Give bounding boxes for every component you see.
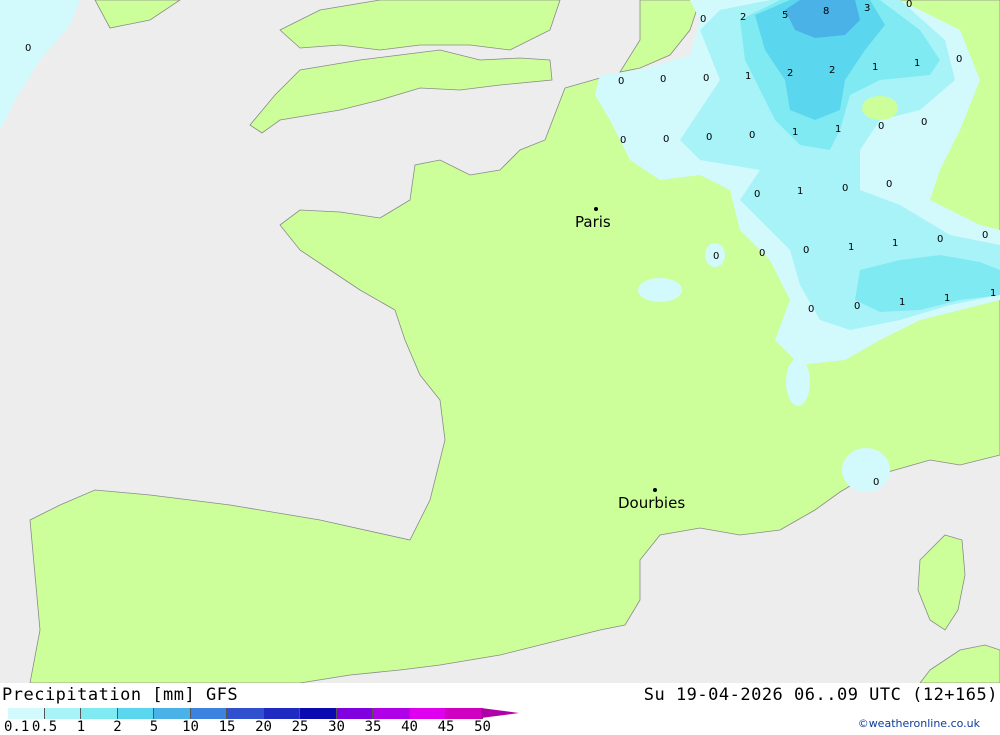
precip-value: 0 bbox=[620, 135, 627, 146]
city-dot-paris bbox=[594, 207, 598, 211]
precip-value: 0 bbox=[660, 74, 667, 85]
scale-swatch bbox=[227, 708, 264, 719]
scale-swatch bbox=[190, 708, 227, 719]
precip-value: 0 bbox=[873, 477, 880, 488]
scale-swatch bbox=[373, 708, 410, 719]
scale-swatch bbox=[154, 708, 191, 719]
precip-value: 1 bbox=[848, 242, 855, 253]
land-gap-east bbox=[862, 96, 898, 120]
precip-value: 0 bbox=[982, 230, 989, 241]
scale-swatch bbox=[300, 708, 337, 719]
city-label-paris: Paris bbox=[575, 213, 611, 231]
forecast-time: Su 19-04-2026 06..09 UTC (12+165) bbox=[643, 685, 998, 705]
precip-value: 0 bbox=[803, 245, 810, 256]
precip-value: 0 bbox=[618, 76, 625, 87]
scale-swatch bbox=[409, 708, 446, 719]
precip-value: 0 bbox=[854, 301, 861, 312]
precip-value: 0 bbox=[886, 179, 893, 190]
precip-value: 0 bbox=[754, 189, 761, 200]
legend-title: Precipitation [mm] GFS bbox=[2, 685, 239, 705]
precip-value: 0 bbox=[749, 130, 756, 141]
precip-value: 8 bbox=[823, 6, 830, 17]
color-scale bbox=[8, 708, 483, 719]
scale-swatch bbox=[446, 708, 483, 719]
city-dot-dourbies bbox=[653, 488, 657, 492]
legend-bar: Precipitation [mm] GFS Su 19-04-2026 06.… bbox=[0, 683, 1000, 735]
precip-value: 1 bbox=[892, 238, 899, 249]
precip-value: 0 bbox=[706, 132, 713, 143]
precipitation-map: Paris Dourbies 0 2 5 8 3 0 0 0 0 0 1 2 2… bbox=[0, 0, 1000, 683]
city-label-dourbies: Dourbies bbox=[618, 494, 686, 512]
scale-swatch bbox=[81, 708, 118, 719]
precip-value: 0 bbox=[906, 0, 913, 10]
map-canvas bbox=[0, 0, 1000, 683]
precip-value: 0 bbox=[703, 73, 710, 84]
precip-value: 0 bbox=[921, 117, 928, 128]
scale-swatch bbox=[263, 708, 300, 719]
precip-value: 0 bbox=[700, 14, 707, 25]
precip-value: 2 bbox=[829, 65, 836, 76]
precip-value: 0 bbox=[842, 183, 849, 194]
scale-swatch bbox=[117, 708, 154, 719]
precip-value: 0 bbox=[663, 134, 670, 145]
precip-value: 1 bbox=[944, 293, 951, 304]
precip-value: 0 bbox=[937, 234, 944, 245]
precip-value: 0 bbox=[25, 43, 32, 54]
scale-swatch bbox=[336, 708, 373, 719]
scale-swatch bbox=[44, 708, 81, 719]
precip-value: 3 bbox=[864, 3, 871, 14]
precip-value: 1 bbox=[914, 58, 921, 69]
precip-spot-riviera bbox=[842, 448, 890, 492]
scale-arrow-icon bbox=[481, 708, 519, 718]
precip-value: 2 bbox=[787, 68, 794, 79]
precip-value: 1 bbox=[797, 186, 804, 197]
precip-value: 1 bbox=[745, 71, 752, 82]
precip-value: 1 bbox=[872, 62, 879, 73]
precip-value: 1 bbox=[990, 288, 997, 299]
precip-value: 5 bbox=[782, 10, 789, 21]
precip-value: 0 bbox=[713, 251, 720, 262]
precip-value: 2 bbox=[740, 12, 747, 23]
credit-link[interactable]: ©weatheronline.co.uk bbox=[858, 717, 980, 730]
precip-value: 0 bbox=[759, 248, 766, 259]
precip-value: 1 bbox=[899, 297, 906, 308]
precip-spot-alps bbox=[786, 358, 810, 406]
scale-swatch bbox=[8, 708, 45, 719]
precip-value: 0 bbox=[956, 54, 963, 65]
precip-value: 1 bbox=[835, 124, 842, 135]
precip-value: 0 bbox=[808, 304, 815, 315]
precip-value: 1 bbox=[792, 127, 799, 138]
precip-value: 0 bbox=[878, 121, 885, 132]
precip-spot-south bbox=[638, 278, 682, 302]
